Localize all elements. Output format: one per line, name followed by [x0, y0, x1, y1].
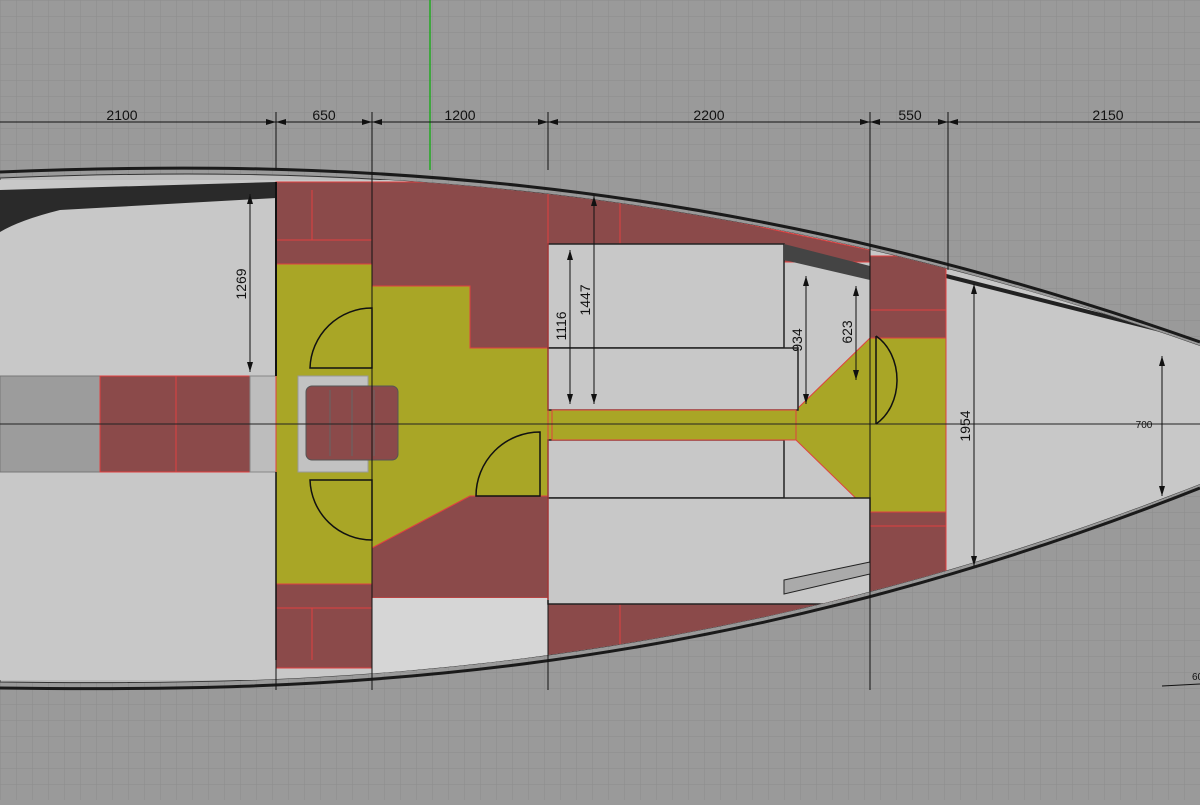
saloon-table	[551, 409, 797, 441]
dim-label: 623	[839, 320, 855, 344]
settee	[547, 347, 799, 411]
deck-layout-drawing: 2100 650 1200 2200 550 2150 1269 1116 14…	[0, 0, 1200, 800]
dim-label: 60	[1192, 672, 1200, 683]
dim-label: 2100	[106, 107, 137, 123]
cad-viewport[interactable]: 2100 650 1200 2200 550 2150 1269 1116 14…	[0, 0, 1200, 800]
settee	[547, 439, 785, 499]
dim-label: 1954	[957, 410, 973, 441]
dim-label: 1269	[233, 268, 249, 299]
dim-label: 650	[312, 107, 336, 123]
storage-block	[869, 255, 947, 339]
dim-label: 1447	[577, 284, 593, 315]
dim-label: 1116	[553, 311, 569, 340]
storage-block	[275, 583, 373, 669]
dim-label: 2150	[1092, 107, 1123, 123]
dim-label: 1200	[444, 107, 475, 123]
dim-label: 550	[898, 107, 922, 123]
storage-block	[275, 181, 373, 265]
settee	[547, 497, 871, 605]
dim-label: 700	[1136, 420, 1153, 431]
dim-label: 2200	[693, 107, 724, 123]
dim-label: 934	[789, 328, 805, 352]
